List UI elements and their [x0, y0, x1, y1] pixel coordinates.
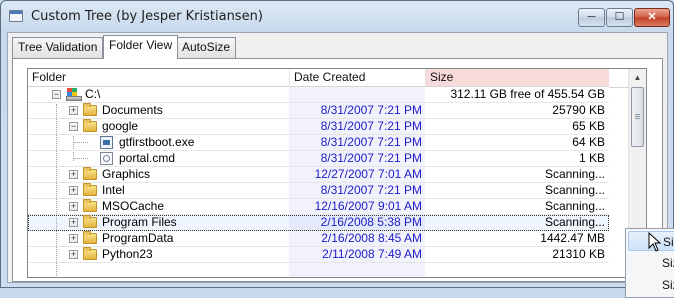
tree-row[interactable]: gtfirstboot.exe 8/31/2007 7:21 PM 64 KB — [28, 135, 609, 151]
row-name: gtfirstboot.exe — [119, 135, 195, 149]
row-date-created: 2/16/2008 8:45 AM — [321, 231, 422, 245]
tree-row[interactable]: − C:\ 312.11 GB free of 455.54 GB — [28, 87, 609, 103]
expand-toggle-icon[interactable]: + — [69, 170, 78, 179]
folder-icon — [83, 119, 97, 132]
exe-file-icon — [100, 136, 113, 149]
folder-view-panel: Folder Date Created Size − C:\ 312.11 GB f… — [12, 58, 663, 282]
tree-row[interactable]: − google 8/31/2007 7:21 PM 65 KB — [28, 119, 609, 135]
row-date-created: 12/16/2007 9:01 AM — [314, 199, 422, 213]
row-name: Python23 — [102, 247, 153, 261]
row-date-created: 12/27/2007 7:01 AM — [314, 167, 422, 181]
row-date-created: 8/31/2007 7:21 PM — [320, 103, 422, 117]
row-size: 25790 KB — [552, 103, 605, 117]
tab-autosize[interactable]: AutoSize — [176, 37, 237, 58]
app-window: Custom Tree (by Jesper Kristiansen) ─ ☐ … — [0, 0, 674, 288]
tab-folder-view[interactable]: Folder View — [103, 35, 179, 59]
scroll-up-arrow-icon[interactable]: ▲ — [629, 69, 646, 86]
tree-row[interactable]: + MSOCache 12/16/2007 9:01 AM Scanning... — [28, 199, 609, 215]
row-name: Intel — [102, 183, 125, 197]
mouse-pointer-icon — [648, 232, 662, 252]
title-bar[interactable]: Custom Tree (by Jesper Kristiansen) ─ ☐ … — [1, 1, 673, 31]
column-header-size[interactable]: Size — [425, 69, 609, 87]
expand-toggle-icon[interactable]: + — [69, 186, 78, 195]
folder-icon — [83, 103, 97, 116]
expand-toggle-icon[interactable]: + — [69, 250, 78, 259]
collapse-toggle-icon[interactable]: − — [52, 90, 61, 99]
row-date-created: 8/31/2007 7:21 PM — [320, 119, 422, 133]
row-size: 1 KB — [578, 151, 605, 165]
expand-toggle-icon[interactable]: + — [69, 218, 78, 227]
row-name: portal.cmd — [119, 151, 176, 165]
scrollbar-thumb[interactable] — [631, 87, 644, 147]
folder-icon — [83, 215, 97, 228]
column-header-date-created[interactable]: Date Created — [289, 69, 425, 87]
tree-row[interactable]: portal.cmd 8/31/2007 7:21 PM 1 KB — [28, 151, 609, 167]
folder-icon — [83, 231, 97, 244]
expand-toggle-icon[interactable]: + — [69, 234, 78, 243]
tree-row[interactable]: + Graphics 12/27/2007 7:01 AM Scanning... — [28, 167, 609, 183]
tab-tree-validation[interactable]: Tree Validation — [12, 37, 104, 58]
row-size: Scanning... — [544, 215, 605, 229]
row-name: MSOCache — [102, 199, 165, 213]
tree-guide-line — [74, 142, 88, 143]
row-size: 21310 KB — [552, 247, 605, 261]
client-area: Tree Validation Folder View AutoSize Fol… — [7, 32, 668, 283]
minimize-button[interactable]: ─ — [578, 8, 605, 27]
row-date-created: 8/31/2007 7:21 PM — [320, 135, 422, 149]
expand-toggle-icon[interactable]: + — [69, 106, 78, 115]
row-size: Scanning... — [544, 167, 605, 181]
drive-icon — [66, 88, 82, 101]
tree-row[interactable]: + ProgramData 2/16/2008 8:45 AM 1442.47 MB — [28, 231, 609, 247]
tree-row[interactable]: + Python23 2/11/2008 7:49 AM 21310 KB — [28, 247, 609, 263]
maximize-button[interactable]: ☐ — [606, 8, 633, 27]
row-date-created: 2/16/2008 5:38 PM — [320, 215, 422, 229]
row-date-created — [289, 87, 422, 102]
tree-row[interactable]: + Program Files 2/16/2008 5:38 PM Scanning.… — [28, 215, 609, 231]
row-size: Scanning... — [544, 199, 605, 213]
row-size: 64 KB — [572, 135, 605, 149]
row-name: Documents — [102, 103, 163, 117]
tree-guide-line — [74, 158, 88, 159]
row-name: Graphics — [102, 167, 151, 181]
folder-icon — [83, 199, 97, 212]
folder-tree-view[interactable]: Folder Date Created Size − C:\ 312.11 GB f… — [27, 68, 647, 278]
app-icon — [9, 10, 23, 22]
row-size: 1442.47 MB — [540, 231, 605, 245]
row-name: C:\ — [85, 87, 101, 101]
tree-row[interactable]: + Intel 8/31/2007 7:21 PM Scanning... — [28, 183, 609, 199]
row-size: Scanning... — [544, 183, 605, 197]
row-name: Program Files — [102, 215, 177, 229]
folder-icon — [83, 247, 97, 260]
cmd-file-icon — [100, 152, 113, 165]
row-date-created: 8/31/2007 7:21 PM — [320, 183, 422, 197]
row-name: google — [102, 119, 139, 133]
close-button[interactable]: ✕ — [634, 8, 670, 27]
row-size: 312.11 GB free of 455.54 GB — [450, 87, 605, 101]
row-date-created: 8/31/2007 7:21 PM — [320, 151, 422, 165]
folder-icon — [83, 183, 97, 196]
folder-icon — [83, 167, 97, 180]
window-title: Custom Tree (by Jesper Kristiansen) — [31, 9, 263, 24]
row-date-created: 2/11/2008 7:49 AM — [322, 247, 422, 261]
row-name: ProgramData — [102, 231, 174, 245]
context-menu-item-size[interactable]: Size — [628, 253, 674, 273]
collapse-toggle-icon[interactable]: − — [69, 122, 78, 131]
column-header-filler — [609, 69, 628, 88]
expand-toggle-icon[interactable]: + — [69, 202, 78, 211]
column-header-folder[interactable]: Folder — [28, 69, 289, 87]
row-size: 65 KB — [572, 119, 605, 133]
tree-row[interactable]: + Documents 8/31/2007 7:21 PM 25790 KB — [28, 103, 609, 119]
context-menu-item-size[interactable]: Size — [628, 275, 674, 295]
